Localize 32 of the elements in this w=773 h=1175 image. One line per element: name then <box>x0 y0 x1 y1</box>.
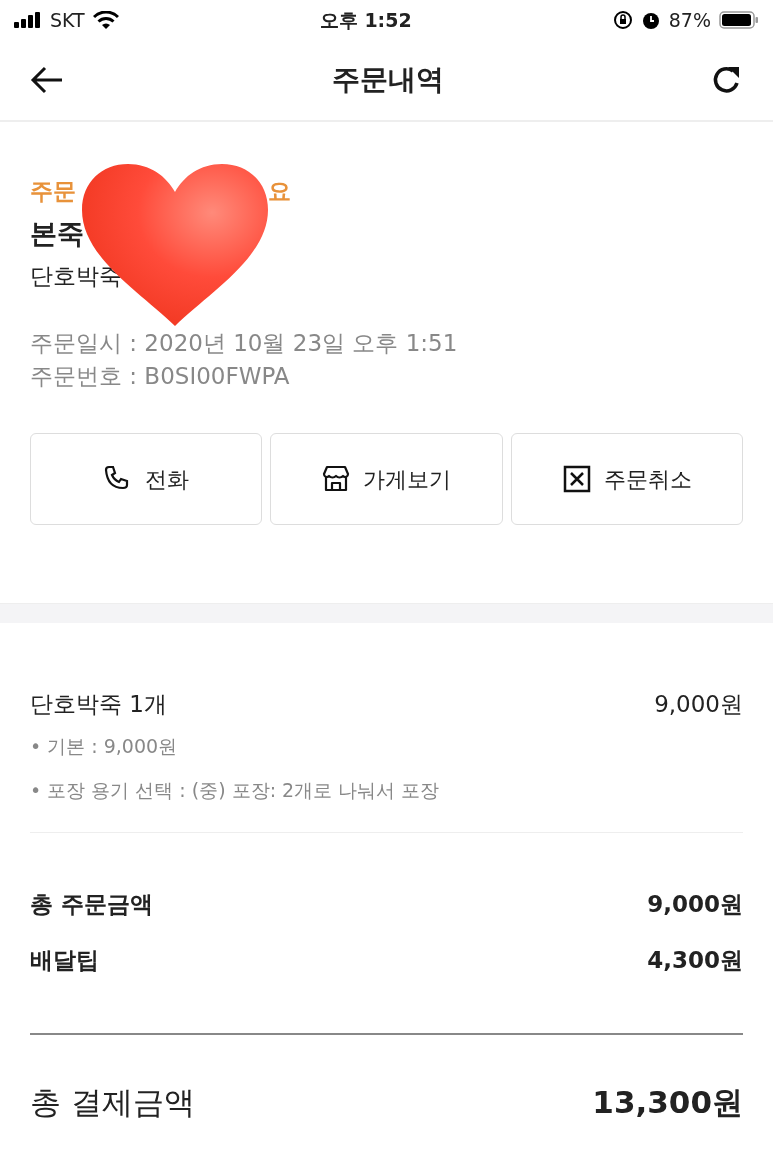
total-value: 13,300원 <box>592 1082 743 1122</box>
summary-value: 9,000원 <box>647 890 743 920</box>
item-option: • 기본 : 9,000원 <box>30 723 178 768</box>
status-time: 오후 1:52 <box>319 7 412 33</box>
summary-label: 배달팁 <box>30 946 99 976</box>
carrier-label: SKT <box>50 7 85 33</box>
call-button[interactable]: 전화 <box>30 433 263 525</box>
wifi-icon <box>92 11 119 29</box>
store-name: 본죽 <box>30 217 84 251</box>
item-price: 9,000원 <box>654 690 743 719</box>
signal-icon <box>14 12 42 28</box>
page-title: 주문내역 <box>331 63 444 97</box>
cancel-order-button[interactable]: 주문취소 <box>510 433 743 525</box>
total-label: 총 결제금액 <box>30 1082 195 1122</box>
storefront-icon <box>321 464 352 494</box>
order-number: 주문번호 : B0SI00FWPA <box>30 362 290 391</box>
back-arrow-icon <box>30 66 64 94</box>
back-button[interactable] <box>30 66 64 94</box>
item-name: 단호박죽 1개 <box>30 690 167 719</box>
rotation-lock-icon <box>612 10 633 30</box>
summary-label: 총 주문금액 <box>30 890 153 920</box>
order-status-text: 주문 <box>30 177 76 206</box>
order-status-text: 요 <box>268 177 291 206</box>
battery-level: 87% <box>668 7 711 33</box>
battery-icon <box>719 10 759 30</box>
store-button[interactable]: 가게보기 <box>270 433 503 525</box>
item-option: • 포장 용기 선택 : (중) 포장: 2개로 나눠서 포장 <box>30 767 440 812</box>
order-date: 주문일시 : 2020년 10월 23일 오후 1:51 <box>30 329 458 358</box>
menu-name: 단호박죽 <box>30 261 122 291</box>
summary-value: 4,300원 <box>647 946 743 976</box>
close-icon <box>561 464 592 494</box>
alarm-icon <box>640 10 661 30</box>
